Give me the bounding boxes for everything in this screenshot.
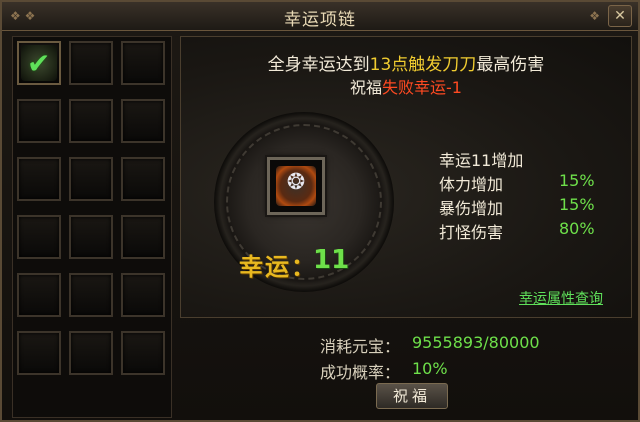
bless-text: 祝福 (350, 78, 383, 97)
necklace-slot[interactable]: ❂ (267, 157, 325, 215)
item-slot[interactable] (17, 273, 61, 317)
trigger-description: 全身幸运达到13点触发刀刀最高伤害 (181, 50, 631, 75)
stat-row: 体力增加 15% (439, 171, 609, 195)
stat-value: 80% (559, 219, 595, 238)
stat-name: 打怪伤害 (439, 223, 504, 242)
cost-value: 9555893/80000 (412, 333, 540, 352)
stat-row: 打怪伤害 80% (439, 219, 609, 243)
necklace-glyph-icon: ❂ (286, 170, 306, 195)
item-slot[interactable]: ✔ (17, 41, 61, 85)
luck-label: 幸运： (239, 253, 317, 281)
luck-value: 11 (313, 245, 350, 275)
success-rate-value: 10% (412, 359, 448, 378)
title-ornament-icon: ❖ (589, 9, 600, 23)
item-slot[interactable] (121, 99, 165, 143)
item-slot[interactable] (121, 41, 165, 85)
item-slot-grid: ✔ (12, 36, 172, 418)
trigger-text: 全身幸运达到 (267, 55, 370, 75)
item-slot[interactable] (69, 215, 113, 259)
bless-description: 祝福失败幸运-1 (181, 74, 631, 98)
title-bar: ❖ ❖ 幸运项链 ❖ ✕ (2, 2, 638, 31)
item-slot[interactable] (121, 215, 165, 259)
luck-attribute-query-link[interactable]: 幸运属性查询 (519, 288, 603, 308)
item-slot[interactable] (69, 99, 113, 143)
bless-fail-text: 失败幸运-1 (382, 78, 462, 97)
stat-name: 暴伤增加 (439, 199, 504, 218)
stat-row: 暴伤增加 15% (439, 195, 609, 219)
success-rate-label: 成功概率： (320, 363, 401, 382)
luck-necklace-window: ❖ ❖ 幸运项链 ❖ ✕ ✔ 全身幸运达到13点触发刀刀最高伤害 祝福失败幸运-… (0, 0, 640, 422)
close-button[interactable]: ✕ (608, 5, 632, 27)
item-slot[interactable] (17, 157, 61, 201)
stats-header: 幸运11增加 (439, 151, 524, 170)
necklace-icon[interactable]: ❂ (276, 166, 316, 206)
green-check-gem-icon[interactable]: ✔ (21, 45, 57, 81)
necklace-info-panel: 全身幸运达到13点触发刀刀最高伤害 祝福失败幸运-1 ❂ 幸运： 11 幸运11… (180, 36, 632, 318)
item-slot[interactable] (69, 157, 113, 201)
trigger-text-suffix: 最高伤害 (476, 55, 545, 75)
item-slot[interactable] (17, 99, 61, 143)
window-title: 幸运项链 (284, 10, 356, 30)
luck-stats: 幸运11增加 体力增加 15% 暴伤增加 15% 打怪伤害 80% (439, 147, 609, 243)
item-slot[interactable] (121, 273, 165, 317)
cost-label: 消耗元宝： (320, 337, 401, 356)
close-icon: ✕ (614, 8, 626, 24)
item-slot[interactable] (121, 331, 165, 375)
stat-name: 体力增加 (439, 175, 504, 194)
stat-value: 15% (559, 171, 595, 190)
check-icon: ✔ (27, 47, 51, 80)
item-slot[interactable] (69, 41, 113, 85)
item-slot[interactable] (121, 157, 165, 201)
item-slot[interactable] (69, 331, 113, 375)
bless-button[interactable]: 祝福 (376, 383, 448, 409)
stat-value: 15% (559, 195, 595, 214)
trigger-highlight: 13点触发刀刀 (369, 55, 477, 75)
item-slot[interactable] (17, 215, 61, 259)
item-slot[interactable] (17, 331, 61, 375)
item-slot[interactable] (69, 273, 113, 317)
